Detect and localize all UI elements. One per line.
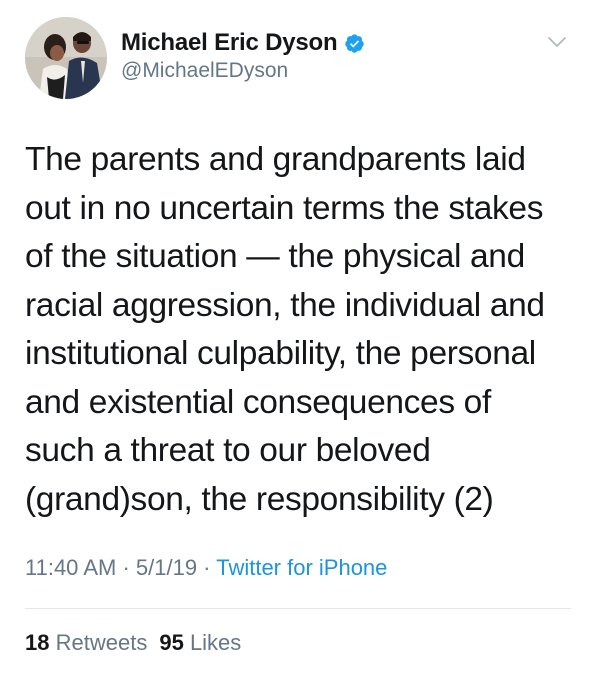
avatar[interactable] xyxy=(25,17,107,99)
chevron-down-icon[interactable] xyxy=(546,34,568,50)
tweet-time[interactable]: 11:40 AM xyxy=(25,555,116,580)
verified-badge-icon xyxy=(344,33,365,54)
retweets-label: Retweets xyxy=(55,630,148,655)
likes-label: Likes xyxy=(189,630,242,655)
tweet-text: The parents and grandparents laid out in… xyxy=(25,141,545,518)
tweet-card: Michael Eric Dyson @MichaelEDyson The pa… xyxy=(0,0,590,674)
tweet-metadata: 11:40 AM · 5/1/19 · Twitter for iPhone xyxy=(25,555,387,581)
likes-stat[interactable]: 95 Likes xyxy=(159,630,241,655)
tweet-source-link[interactable]: Twitter for iPhone xyxy=(216,555,387,580)
meta-separator: · xyxy=(197,555,217,580)
tweet-date[interactable]: 5/1/19 xyxy=(136,555,197,580)
display-name-row: Michael Eric Dyson xyxy=(121,29,365,57)
retweets-stat[interactable]: 18 Retweets xyxy=(25,630,147,655)
likes-count: 95 xyxy=(159,630,184,655)
tweet-stats: 18 Retweets 95 Likes xyxy=(25,630,241,656)
display-name[interactable]: Michael Eric Dyson xyxy=(121,29,338,57)
tweet-author[interactable]: Michael Eric Dyson @MichaelEDyson xyxy=(121,29,365,83)
divider xyxy=(25,608,571,609)
retweets-count: 18 xyxy=(25,630,50,655)
user-handle[interactable]: @MichaelEDyson xyxy=(121,59,365,83)
meta-separator: · xyxy=(116,555,136,580)
